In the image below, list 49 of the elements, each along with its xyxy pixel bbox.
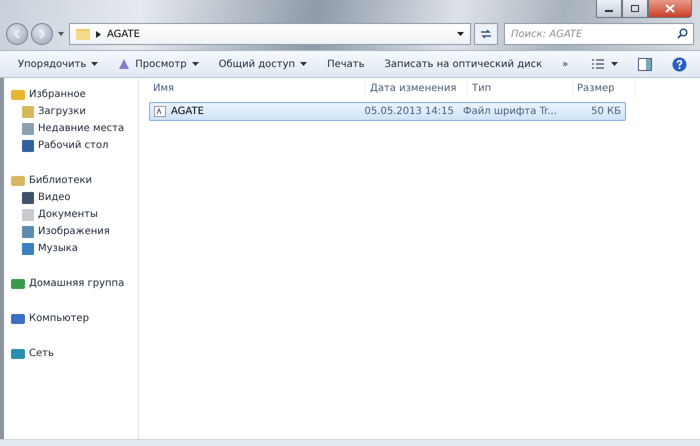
maximize-button[interactable] (622, 0, 648, 18)
triangle-icon (118, 58, 130, 70)
sidebar-item[interactable]: Домашняя группа (10, 275, 138, 292)
sidebar-item[interactable]: Компьютер (10, 310, 138, 327)
toolbar-button[interactable]: Упорядочить (10, 56, 106, 72)
history-caret-icon[interactable] (58, 32, 64, 36)
folder-icon (76, 28, 90, 40)
column-header[interactable]: Имя (149, 78, 366, 98)
toolbar-button[interactable]: Общий доступ (210, 56, 316, 72)
refresh-button[interactable] (474, 23, 498, 45)
breadcrumb-arrow-icon[interactable] (96, 30, 101, 38)
search-icon (677, 28, 688, 39)
table-cell-text: Файл шрифта Tr... (462, 106, 558, 117)
search-field[interactable]: Поиск: AGATE (504, 23, 694, 45)
file-row[interactable]: AGATE 05.05.2013 14:15 Файл шрифта Tr... 50 КБ (149, 102, 626, 121)
toolbar-button[interactable]: Записать на оптический диск (376, 56, 550, 72)
column-header[interactable]: Размер (573, 78, 636, 98)
sidebar-item[interactable]: Загрузки (10, 103, 138, 120)
sidebar-item[interactable]: Музыка (10, 240, 138, 257)
table-cell-text: 05.05.2013 14:15 (364, 106, 455, 117)
table-cell: AGATE (150, 106, 361, 117)
toolbar-button[interactable]: Просмотр (110, 55, 207, 73)
sidebar-item[interactable]: Видео (10, 189, 138, 206)
sidebar-item[interactable]: Избранное (10, 86, 138, 103)
table-cell-text: 50 КБ (590, 106, 622, 117)
forward-button[interactable] (31, 23, 53, 45)
sidebar-item[interactable]: Библиотеки (10, 172, 138, 189)
font-file-icon (154, 106, 166, 117)
breadcrumb-item[interactable]: AGATE (107, 28, 140, 40)
help-icon (672, 56, 688, 72)
minimize-button[interactable] (596, 0, 622, 18)
back-button[interactable] (6, 23, 28, 45)
sidebar-item[interactable]: Недавние места (10, 120, 138, 137)
close-icon (665, 4, 675, 13)
pane-icon (638, 58, 652, 70)
list-view-icon (592, 59, 618, 69)
column-header[interactable]: Дата изменения (366, 78, 468, 98)
address-bar[interactable]: AGATE (69, 23, 471, 45)
sidebar-item[interactable]: Изображения (10, 223, 138, 240)
column-header[interactable]: Тип (468, 78, 573, 98)
caret-icon[interactable] (457, 32, 464, 36)
more-button[interactable]: » (554, 56, 576, 72)
refresh-icon (479, 28, 493, 40)
close-button[interactable] (648, 0, 692, 18)
maximize-icon (630, 4, 640, 12)
toolbar-button[interactable]: Печать (319, 56, 372, 72)
sidebar-item[interactable]: Сеть (10, 345, 138, 362)
sidebar-item[interactable]: Рабочий стол (10, 137, 138, 154)
sidebar-item[interactable]: Документы (10, 206, 138, 223)
